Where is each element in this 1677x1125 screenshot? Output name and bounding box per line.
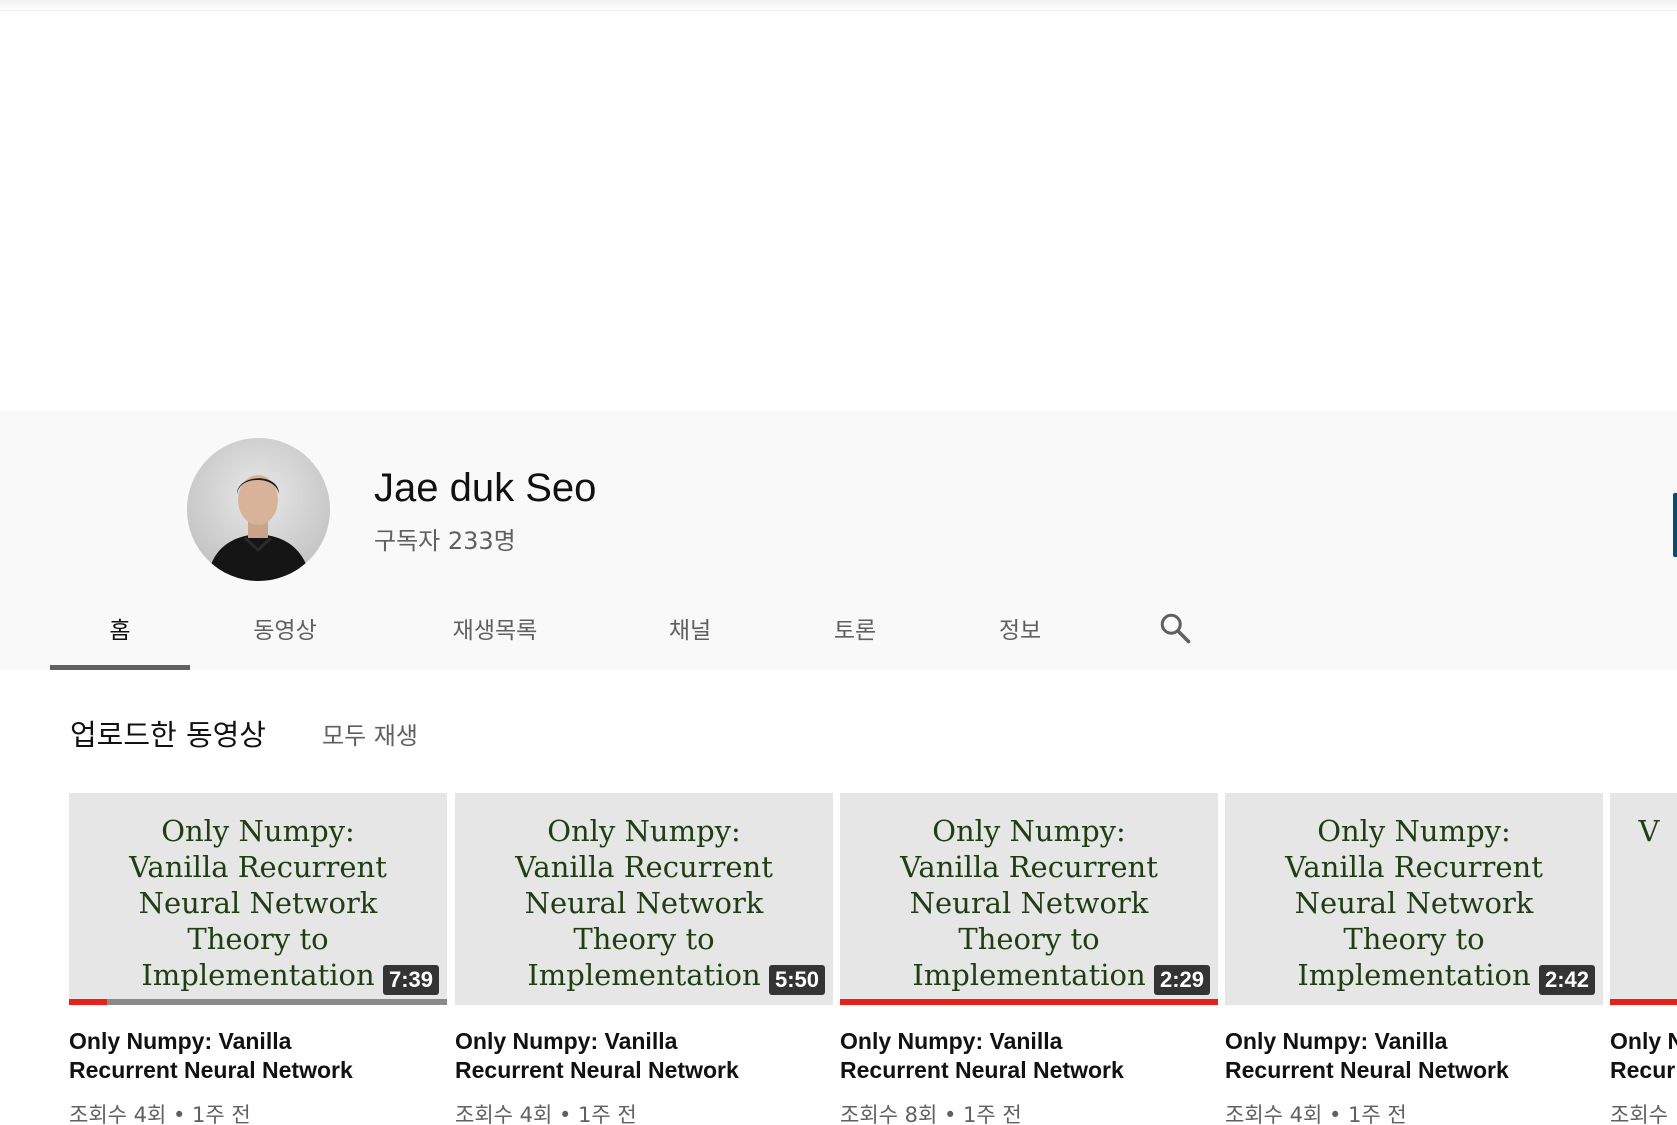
video-meta: 조회수 8회 • 1주 전 xyxy=(840,1103,1022,1125)
video-title[interactable]: Only Numpy: Vanilla Recurrent Neural Net… xyxy=(455,1027,815,1085)
subscribe-button-edge[interactable] xyxy=(1673,493,1677,557)
channel-name: Jae duk Seo xyxy=(374,466,597,510)
video-meta: 조회수 xyxy=(1610,1103,1668,1125)
thumbnail-text: V xyxy=(1638,814,1660,848)
tab-label: 정보 xyxy=(998,617,1042,644)
tab-discussion[interactable]: 토론 xyxy=(800,585,910,670)
video-card[interactable]: Only Numpy: Vanilla Recurrent Neural Net… xyxy=(840,793,1218,1125)
channel-search-button[interactable] xyxy=(1150,603,1200,653)
video-thumbnail[interactable]: Only Numpy: Vanilla Recurrent Neural Net… xyxy=(1225,793,1603,1005)
section-title: 업로드한 동영상 xyxy=(70,718,266,752)
tab-label: 홈 xyxy=(109,617,131,644)
video-meta: 조회수 4회 • 1주 전 xyxy=(455,1103,637,1125)
subscriber-count: 구독자 233명 xyxy=(374,527,516,555)
video-thumbnail[interactable]: Only Numpy: Vanilla Recurrent Neural Net… xyxy=(69,793,447,1005)
watch-progress-fill xyxy=(1610,999,1677,1005)
tab-home[interactable]: 홈 xyxy=(50,585,190,670)
tab-label: 토론 xyxy=(833,617,877,644)
watch-progress xyxy=(69,999,447,1005)
channel-tabs: 홈 동영상 재생목록 채널 토론 정보 xyxy=(50,585,1250,670)
video-card[interactable]: V Only N Recur 조회수 xyxy=(1610,793,1677,1125)
video-card[interactable]: Only Numpy: Vanilla Recurrent Neural Net… xyxy=(455,793,833,1125)
masthead-edge xyxy=(0,0,1677,11)
duration-badge: 2:42 xyxy=(1538,965,1595,995)
tab-label: 재생목록 xyxy=(452,617,538,644)
duration-badge: 7:39 xyxy=(382,965,439,995)
duration-badge: 2:29 xyxy=(1153,965,1210,995)
tab-about[interactable]: 정보 xyxy=(965,585,1075,670)
tab-playlists[interactable]: 재생목록 xyxy=(420,585,570,670)
play-all-button[interactable]: 모두 재생 xyxy=(322,716,418,751)
video-meta: 조회수 4회 • 1주 전 xyxy=(69,1103,251,1125)
tab-channels[interactable]: 채널 xyxy=(635,585,745,670)
watch-progress-fill xyxy=(840,999,1218,1005)
video-thumbnail[interactable]: V xyxy=(1610,793,1677,1005)
video-title[interactable]: Only Numpy: Vanilla Recurrent Neural Net… xyxy=(69,1027,429,1085)
channel-header: Jae duk Seo 구독자 233명 홈 동영상 재생목록 채널 토론 정보 xyxy=(0,411,1677,670)
watch-progress xyxy=(1610,999,1677,1005)
video-meta: 조회수 4회 • 1주 전 xyxy=(1225,1103,1407,1125)
watch-progress-fill xyxy=(69,999,107,1005)
video-title[interactable]: Only N Recur xyxy=(1610,1027,1677,1085)
video-title[interactable]: Only Numpy: Vanilla Recurrent Neural Net… xyxy=(840,1027,1200,1085)
video-thumbnail[interactable]: Only Numpy: Vanilla Recurrent Neural Net… xyxy=(455,793,833,1005)
watch-progress xyxy=(840,999,1218,1005)
channel-banner xyxy=(0,11,1677,411)
tab-label: 채널 xyxy=(668,617,712,644)
video-card[interactable]: Only Numpy: Vanilla Recurrent Neural Net… xyxy=(1225,793,1603,1125)
video-card[interactable]: Only Numpy: Vanilla Recurrent Neural Net… xyxy=(69,793,447,1125)
avatar[interactable] xyxy=(187,438,330,581)
video-title[interactable]: Only Numpy: Vanilla Recurrent Neural Net… xyxy=(1225,1027,1585,1085)
avatar-photo xyxy=(187,438,330,581)
duration-badge: 5:50 xyxy=(768,965,825,995)
search-icon xyxy=(1160,613,1191,644)
tab-label: 동영상 xyxy=(253,617,317,644)
tab-videos[interactable]: 동영상 xyxy=(220,585,350,670)
page: Jae duk Seo 구독자 233명 홈 동영상 재생목록 채널 토론 정보 xyxy=(0,0,1677,1125)
video-thumbnail[interactable]: Only Numpy: Vanilla Recurrent Neural Net… xyxy=(840,793,1218,1005)
